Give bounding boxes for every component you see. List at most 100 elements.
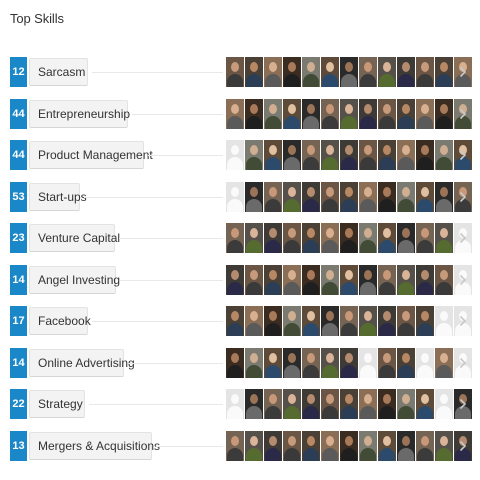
endorser-photo[interactable] <box>435 431 453 461</box>
skill-row[interactable]: 14 Online Advertising <box>0 348 480 378</box>
skill-row[interactable]: 13 Mergers & Acquisitions <box>0 431 480 461</box>
endorser-photo[interactable] <box>264 265 282 295</box>
endorser-photo[interactable] <box>283 348 301 378</box>
endorser-photo[interactable] <box>226 99 244 129</box>
endorser-photo[interactable] <box>321 348 339 378</box>
endorser-photo[interactable] <box>264 140 282 170</box>
endorser-photo[interactable] <box>416 182 434 212</box>
endorser-photo[interactable] <box>302 140 320 170</box>
skill-row[interactable]: 17 Facebook <box>0 306 480 336</box>
endorser-photo[interactable] <box>264 99 282 129</box>
endorser-photo[interactable] <box>397 99 415 129</box>
endorser-photo[interactable] <box>378 389 396 419</box>
default-person-icon[interactable] <box>416 348 434 378</box>
chevron-right-icon[interactable] <box>459 274 467 286</box>
skill-name[interactable]: Mergers & Acquisitions <box>29 432 160 460</box>
skill-row[interactable]: 53 Start-ups <box>0 182 480 212</box>
endorser-photo[interactable] <box>245 348 263 378</box>
skill-name[interactable]: Venture Capital <box>29 224 120 252</box>
endorser-photo[interactable] <box>435 140 453 170</box>
skill-row[interactable]: 44 Product Management <box>0 140 480 170</box>
endorser-photo[interactable] <box>340 389 358 419</box>
endorsement-count[interactable]: 13 <box>10 431 27 461</box>
skill-name[interactable]: Facebook <box>29 307 91 335</box>
endorser-photo[interactable] <box>302 99 320 129</box>
default-person-icon[interactable] <box>226 389 244 419</box>
endorser-photo[interactable] <box>283 182 301 212</box>
endorser-photo[interactable] <box>302 182 320 212</box>
endorser-photo[interactable] <box>359 182 377 212</box>
endorser-photo[interactable] <box>321 306 339 336</box>
endorser-photo[interactable] <box>283 431 301 461</box>
endorser-photo[interactable] <box>416 431 434 461</box>
skill-name[interactable]: Product Management <box>29 141 153 169</box>
endorser-photo[interactable] <box>359 99 377 129</box>
endorser-photo[interactable] <box>264 306 282 336</box>
skill-name[interactable]: Angel Investing <box>29 266 120 294</box>
endorser-photo[interactable] <box>378 306 396 336</box>
default-person-icon[interactable] <box>226 140 244 170</box>
chevron-right-icon[interactable] <box>459 149 467 161</box>
skill-name[interactable]: Online Advertising <box>29 349 135 377</box>
endorser-photo[interactable] <box>397 389 415 419</box>
endorser-photo[interactable] <box>416 223 434 253</box>
endorser-photo[interactable] <box>321 389 339 419</box>
endorser-photo[interactable] <box>378 140 396 170</box>
endorser-photo[interactable] <box>283 140 301 170</box>
endorser-photo[interactable] <box>435 223 453 253</box>
endorser-photo[interactable] <box>245 99 263 129</box>
endorsement-count[interactable]: 14 <box>10 265 27 295</box>
endorser-photo[interactable] <box>245 265 263 295</box>
endorser-photo[interactable] <box>378 223 396 253</box>
endorser-photo[interactable] <box>416 265 434 295</box>
endorser-photo[interactable] <box>283 57 301 87</box>
endorser-photo[interactable] <box>397 140 415 170</box>
endorser-photo[interactable] <box>435 265 453 295</box>
endorser-photo[interactable] <box>302 223 320 253</box>
endorser-photo[interactable] <box>302 389 320 419</box>
endorsement-count[interactable]: 14 <box>10 348 27 378</box>
skill-row[interactable]: 22 Strategy <box>0 389 480 419</box>
chevron-right-icon[interactable] <box>459 108 467 120</box>
chevron-right-icon[interactable] <box>459 398 467 410</box>
endorser-photo[interactable] <box>435 99 453 129</box>
skill-row[interactable]: 14 Angel Investing <box>0 265 480 295</box>
endorser-photo[interactable] <box>397 306 415 336</box>
endorser-photo[interactable] <box>397 223 415 253</box>
endorser-photo[interactable] <box>359 389 377 419</box>
skill-name[interactable]: Start-ups <box>29 183 87 211</box>
endorser-photo[interactable] <box>435 182 453 212</box>
endorser-photo[interactable] <box>302 431 320 461</box>
endorser-photo[interactable] <box>302 265 320 295</box>
endorsement-count[interactable]: 22 <box>10 389 27 419</box>
endorser-photo[interactable] <box>245 140 263 170</box>
endorser-photo[interactable] <box>340 348 358 378</box>
endorser-photo[interactable] <box>226 57 244 87</box>
endorser-photo[interactable] <box>359 431 377 461</box>
chevron-right-icon[interactable] <box>459 191 467 203</box>
endorser-photo[interactable] <box>264 223 282 253</box>
endorser-photo[interactable] <box>226 306 244 336</box>
endorsement-count[interactable]: 23 <box>10 223 27 253</box>
endorser-photo[interactable] <box>321 265 339 295</box>
skill-row[interactable]: 44 Entrepreneurship <box>0 99 480 129</box>
endorser-photo[interactable] <box>416 57 434 87</box>
endorser-photo[interactable] <box>435 57 453 87</box>
endorsement-count[interactable]: 17 <box>10 306 27 336</box>
endorser-photo[interactable] <box>321 182 339 212</box>
default-person-icon[interactable] <box>435 389 453 419</box>
endorser-photo[interactable] <box>340 57 358 87</box>
chevron-right-icon[interactable] <box>459 66 467 78</box>
chevron-right-icon[interactable] <box>459 232 467 244</box>
skill-name[interactable]: Strategy <box>29 390 85 418</box>
endorser-photo[interactable] <box>283 99 301 129</box>
endorser-photo[interactable] <box>359 265 377 295</box>
endorser-photo[interactable] <box>226 348 244 378</box>
endorser-photo[interactable] <box>302 306 320 336</box>
endorser-photo[interactable] <box>264 348 282 378</box>
endorser-photo[interactable] <box>245 431 263 461</box>
endorser-photo[interactable] <box>359 140 377 170</box>
endorser-photo[interactable] <box>245 182 263 212</box>
skill-name[interactable]: Entrepreneurship <box>29 100 130 128</box>
endorser-photo[interactable] <box>226 431 244 461</box>
